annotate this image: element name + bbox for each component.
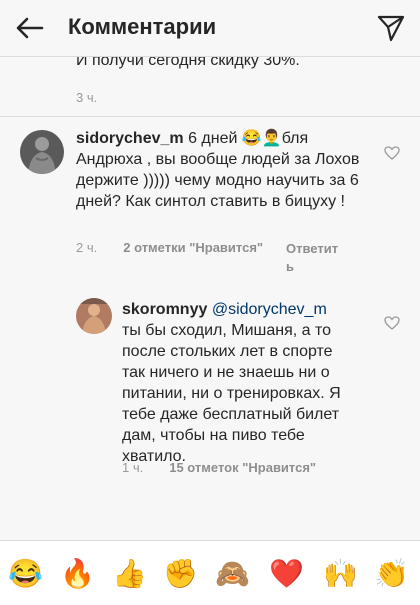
- avatar-skoromnyy[interactable]: [76, 298, 112, 334]
- raised-hands-emoji-icon[interactable]: 🙌: [323, 557, 358, 591]
- comment-meta: 1 ч. 15 отметок "Нравится": [122, 460, 316, 475]
- comment-sidorychev: sidorychev_m 6 дней 😂👨‍🦱бля Андрюха , вы…: [76, 128, 366, 212]
- caption-timestamp: 3 ч.: [76, 90, 98, 105]
- header-bar: Комментарии: [0, 0, 420, 57]
- page-title: Комментарии: [68, 14, 217, 39]
- fist-emoji-icon[interactable]: ✊: [163, 557, 198, 591]
- emoji-quick-bar: 😂 🔥 👍 ✊ 🙈 ❤️ 🙌 👏: [0, 540, 420, 605]
- comment-username[interactable]: sidorychev_m: [76, 130, 184, 147]
- reply-wrap: Ответить: [286, 240, 346, 276]
- comment-meta: 2 ч. 2 отметки "Нравится": [76, 240, 289, 255]
- comment-skoromnyy: skoromnyy @sidorychev_m ты бы сходил, Ми…: [122, 299, 357, 467]
- like-heart-icon[interactable]: [384, 146, 400, 160]
- joy-emoji-icon[interactable]: 😂: [8, 557, 43, 591]
- comment-likes-count[interactable]: 15 отметок "Нравится": [169, 460, 316, 475]
- heart-emoji-icon[interactable]: ❤️: [269, 557, 304, 591]
- fire-emoji-icon[interactable]: 🔥: [60, 557, 95, 591]
- comment-timestamp: 2 ч.: [76, 240, 98, 255]
- avatar-sidorychev[interactable]: [20, 130, 64, 174]
- clap-emoji-icon[interactable]: 👏: [374, 557, 409, 591]
- back-arrow-icon[interactable]: [14, 12, 46, 44]
- mention-link[interactable]: @sidorychev_m: [212, 301, 327, 318]
- direct-send-icon[interactable]: [376, 13, 406, 43]
- comment-likes-count[interactable]: 2 отметки "Нравится": [123, 240, 263, 255]
- reply-button[interactable]: Ответить: [286, 240, 346, 276]
- comment-text: ты бы сходил, Мишаня, а то после стольки…: [122, 322, 341, 465]
- thumbs-up-emoji-icon[interactable]: 👍: [112, 557, 147, 591]
- see-no-evil-emoji-icon[interactable]: 🙈: [215, 557, 250, 591]
- comment-timestamp: 1 ч.: [122, 460, 144, 475]
- like-heart-icon[interactable]: [384, 316, 400, 330]
- divider: [0, 116, 420, 117]
- comment-username[interactable]: skoromnyy: [122, 301, 207, 318]
